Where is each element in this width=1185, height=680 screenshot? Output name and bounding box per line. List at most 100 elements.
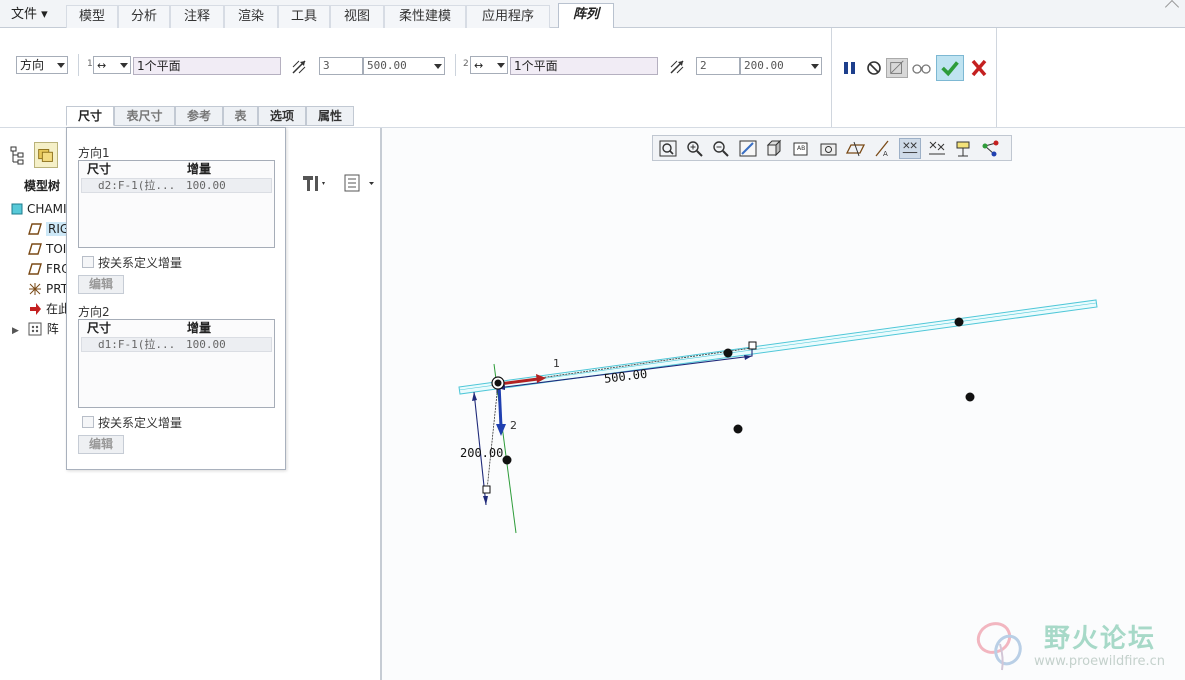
subtab-tables[interactable]: 表 [223,106,258,126]
refit-icon[interactable] [657,138,679,159]
tree-item-pattern[interactable]: ▶ 阵 [12,320,59,338]
pattern-member-dot[interactable] [723,348,733,358]
flip-direction1-icon[interactable] [290,58,308,76]
pattern-member-dot[interactable] [733,424,743,434]
direction1-type-select[interactable]: ↔ [93,56,131,74]
zoom-in-icon[interactable] [684,138,706,159]
pattern-feature-icon [28,322,42,336]
display-style-icon[interactable] [764,138,786,159]
tab-analysis[interactable]: 分析 [118,5,170,28]
direction2-spacing-input[interactable]: 200.00 [740,57,822,75]
saved-orientations-icon[interactable]: AB [791,138,813,159]
tab-tools[interactable]: 工具 [278,5,330,28]
expand-arrow-icon[interactable]: ▶ [12,326,19,336]
direction2-title: 方向2 [78,305,110,319]
relation-increment-label: 按关系定义增量 [98,416,183,430]
subtab-table-dimensions[interactable]: 表尺寸 [114,106,175,126]
separator [996,28,997,127]
separator [78,54,79,76]
column-header-increment: 增量 [187,321,212,335]
tab-render[interactable]: 渲染 [224,5,278,28]
direction2-index: 2 [463,59,469,69]
subtab-references[interactable]: 参考 [175,106,223,126]
edit-relation-button[interactable]: 编辑 [78,275,124,294]
svg-text:A: A [883,150,888,158]
tree-item-front-plane[interactable]: FRO [28,260,71,278]
axis-display-icon[interactable]: A [872,138,894,159]
direction2-reference-collector[interactable]: 1个平面 [510,57,658,75]
tab-annotate[interactable]: 注释 [170,5,224,28]
tab-applications[interactable]: 应用程序 [466,5,550,28]
direction2-dimension-table[interactable]: 尺寸 增量 d1:F-1(拉... 100.00 [78,319,275,408]
direction2-type-select[interactable]: ↔ [470,56,508,74]
graphics-canvas[interactable]: 500.00 200.00 1 2 [384,162,1184,680]
annotation-display-icon[interactable] [953,138,975,159]
ok-check-icon[interactable] [936,55,964,81]
tree-item-part[interactable]: CHAMI [10,200,67,218]
datum-plane-midline [458,302,1097,391]
separator [831,28,832,127]
pattern-ribbon: 方向 1 ↔ 1个平面 3 500.00 2 ↔ 1个平面 2 200.00 尺… [0,28,1185,128]
subtab-dimensions[interactable]: 尺寸 [66,106,114,126]
verify-mode-glasses-icon[interactable] [910,58,932,78]
tree-item-insert-here[interactable]: 在此 [28,300,70,318]
tab-pattern[interactable]: 阵列 [558,3,614,29]
datum-plane-edge [458,299,1098,395]
pattern-member-dot[interactable] [954,317,964,327]
folder-browser-tab-icon[interactable] [34,142,58,168]
minimize-ribbon-icon[interactable] [1164,0,1180,15]
direction1-index: 1 [87,59,93,69]
part-icon [11,203,23,215]
dimension-line [486,383,499,491]
direction1-dimension-table[interactable]: 尺寸 增量 d2:F-1(拉... 100.00 [78,160,275,248]
attached-preview-icon[interactable] [886,58,908,78]
tree-item-coordinate-system[interactable]: PRT [28,280,68,298]
dimension-200-label[interactable]: 200.00 [460,446,503,460]
direction1-reference-collector[interactable]: 1个平面 [133,57,281,75]
plane-display-icon[interactable] [845,138,867,159]
relation-increment-checkbox[interactable] [82,416,94,428]
tree-item-right-plane[interactable]: RIG [28,220,72,238]
pattern-member-dot[interactable] [502,455,512,465]
table-row[interactable]: d2:F-1(拉... 100.00 [81,178,272,193]
view-manager-icon[interactable] [818,138,840,159]
point-display-icon[interactable] [899,138,921,159]
direction2-count-input[interactable]: 2 [696,57,740,75]
csys-display-icon[interactable] [926,138,948,159]
dimension-arrowhead [472,392,477,401]
svg-text:AB: AB [797,145,805,152]
drag-handle-square[interactable] [748,341,757,350]
pattern-member-dot[interactable] [965,392,975,402]
model-tree-title: 模型树 [24,179,61,193]
column-header-dimension: 尺寸 [87,321,112,335]
tab-model[interactable]: 模型 [66,5,118,28]
zoom-out-icon[interactable] [710,138,732,159]
no-preview-icon[interactable] [863,58,885,78]
model-tree-tab-icon[interactable] [6,142,30,168]
edit-relation-button[interactable]: 编辑 [78,435,124,454]
datum-plane-icon [28,223,42,235]
repaint-icon[interactable] [737,138,759,159]
cancel-x-icon[interactable] [968,58,990,78]
pattern-type-select[interactable]: 方向 [16,56,68,74]
tree-columns-list-icon[interactable] [342,172,378,194]
tab-flexible-modeling[interactable]: 柔性建模 [384,5,466,28]
subtab-properties[interactable]: 属性 [306,106,354,126]
direction1-count-input[interactable]: 3 [319,57,363,75]
tree-item-top-plane[interactable]: TOI [28,240,66,258]
tab-view[interactable]: 视图 [330,5,384,28]
table-row[interactable]: d1:F-1(拉... 100.00 [81,337,272,352]
tree-settings-hammer-icon[interactable] [300,172,326,194]
direction2-arrow[interactable] [497,383,503,428]
translate-arrows-icon: ↔ [97,59,107,72]
relation-increment-checkbox[interactable] [82,256,94,268]
direction1-label: 1 [553,357,560,370]
direction1-spacing-input[interactable]: 500.00 [363,57,445,75]
drag-handle-square[interactable] [482,485,491,494]
separator [455,54,456,76]
file-menu[interactable]: 文件 ▾ [4,5,55,25]
flip-direction2-icon[interactable] [668,58,686,76]
subtab-options[interactable]: 选项 [258,106,306,126]
spin-center-icon[interactable] [980,138,1002,159]
pause-icon[interactable] [839,58,861,78]
